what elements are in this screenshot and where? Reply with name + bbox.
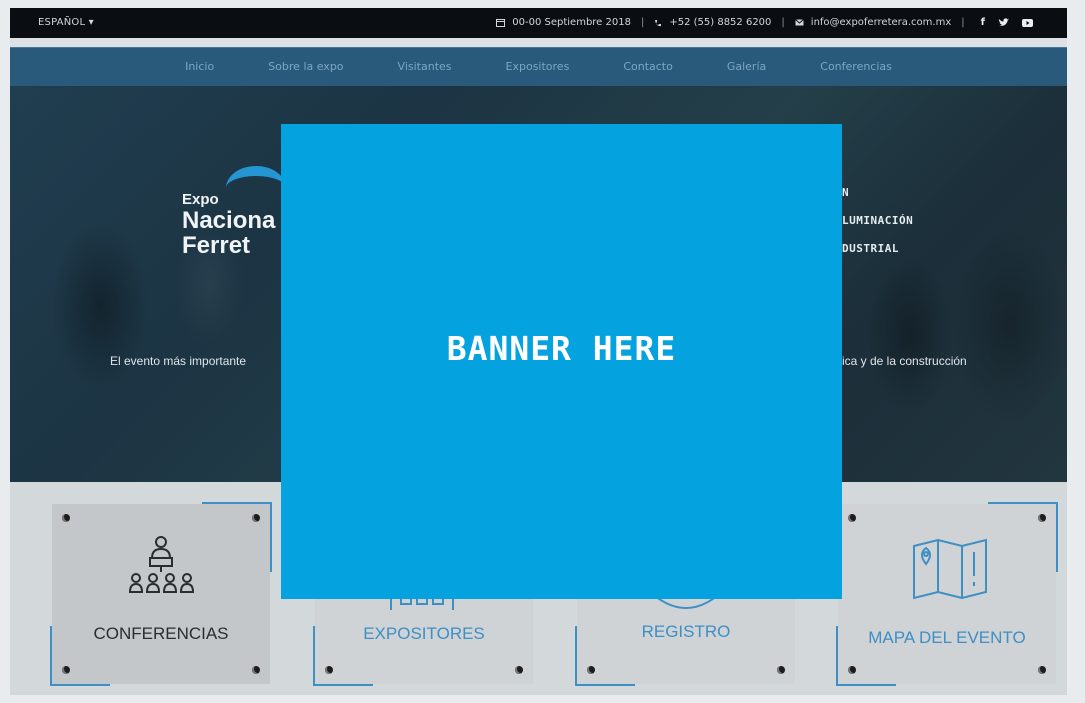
event-date: 00-00 Septiembre 2018 <box>512 17 631 28</box>
card-border <box>1056 502 1058 572</box>
screw-icon <box>587 666 595 674</box>
card-border <box>50 684 110 686</box>
screw-icon <box>252 514 260 522</box>
card-label: MAPA DEL EVENTO <box>868 628 1026 647</box>
screw-icon <box>848 514 856 522</box>
logo-line: Ferret <box>182 231 251 259</box>
email-link[interactable]: info@expoferretera.com.mx <box>811 17 951 28</box>
top-bar: ESPAÑOL ▾ 00-00 Septiembre 2018 | +52 (5… <box>10 8 1067 38</box>
card-label: CONFERENCIAS <box>93 624 229 643</box>
phone-icon <box>654 19 662 27</box>
category-label: DUSTRIAL <box>842 242 899 255</box>
card-label: REGISTRO <box>641 622 731 641</box>
main-nav: Inicio Sobre la expo Visitantes Exposito… <box>10 47 1067 87</box>
card-label: EXPOSITORES <box>363 624 485 643</box>
calendar-icon <box>496 18 506 27</box>
screw-icon <box>848 666 856 674</box>
card-border <box>836 684 896 686</box>
nav-item-visitantes[interactable]: Visitantes <box>398 60 452 73</box>
nav-item-expositores[interactable]: Expositores <box>506 60 570 73</box>
card-conferencias[interactable]: CONFERENCIAS <box>50 502 272 686</box>
banner-placeholder[interactable]: BANNER HERE <box>281 124 842 599</box>
nav-item-sobre-la-expo[interactable]: Sobre la expo <box>268 60 343 73</box>
facebook-icon[interactable]: f <box>981 17 985 28</box>
screw-icon <box>325 666 333 674</box>
email-icon <box>794 19 804 26</box>
screw-icon <box>62 666 70 674</box>
nav-item-galeria[interactable]: Galería <box>727 60 766 73</box>
screw-icon <box>252 666 260 674</box>
card-border <box>988 502 1058 504</box>
screw-icon <box>1038 666 1046 674</box>
separator: | <box>961 17 965 28</box>
twitter-icon[interactable] <box>998 18 1009 27</box>
screw-icon <box>1038 514 1046 522</box>
language-selector[interactable]: ESPAÑOL ▾ <box>38 17 94 28</box>
nav-item-contacto[interactable]: Contacto <box>623 60 673 73</box>
screw-icon <box>62 514 70 522</box>
card-mapa-del-evento[interactable]: MAPA DEL EVENTO <box>836 502 1058 686</box>
screw-icon <box>515 666 523 674</box>
card-border <box>313 684 373 686</box>
speaker-audience-icon <box>126 536 196 596</box>
category-label: LUMINACIÓN <box>842 214 914 227</box>
card-border <box>270 502 272 572</box>
contact-info: 00-00 Septiembre 2018 | +52 (55) 8852 62… <box>496 17 1033 28</box>
expo-logo: Expo Naciona Ferret <box>182 192 275 258</box>
phone-number[interactable]: +52 (55) 8852 6200 <box>669 17 771 28</box>
hero-tagline: rica y de la construcción <box>838 354 967 368</box>
map-icon <box>910 538 990 600</box>
separator: | <box>640 17 645 28</box>
separator: | <box>781 17 785 28</box>
card-border <box>202 502 272 504</box>
screw-icon <box>777 666 785 674</box>
banner-text: BANNER HERE <box>446 329 677 368</box>
logo-line: Naciona <box>182 206 276 234</box>
card-border <box>575 684 635 686</box>
nav-item-conferencias[interactable]: Conferencias <box>820 60 892 73</box>
category-label: N <box>842 186 850 199</box>
logo-line: Expo <box>182 191 219 208</box>
youtube-icon[interactable] <box>1022 18 1033 27</box>
hero-tagline: El evento más importante <box>110 354 247 368</box>
nav-item-inicio[interactable]: Inicio <box>185 60 214 73</box>
